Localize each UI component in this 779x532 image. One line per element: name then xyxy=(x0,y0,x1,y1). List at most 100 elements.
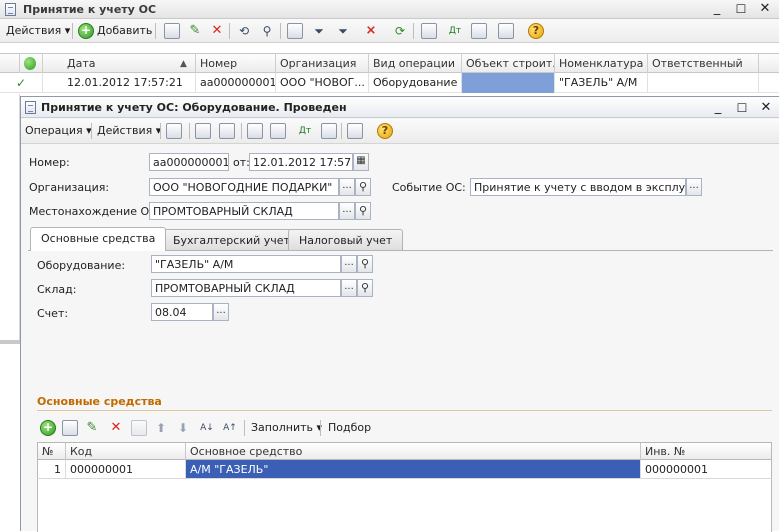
report-icon[interactable] xyxy=(321,123,337,139)
actions-menu[interactable]: Действия ▾ xyxy=(6,24,70,37)
move-up-icon[interactable]: ⬆ xyxy=(153,420,169,436)
edit-row-icon[interactable]: ✎ xyxy=(84,420,100,436)
warehouse-select-button[interactable]: ... xyxy=(341,279,357,297)
equipment-field[interactable]: "ГАЗЕЛЬ" А/М xyxy=(151,255,341,273)
add-row-icon[interactable]: + xyxy=(40,420,56,436)
location-select-button[interactable]: ... xyxy=(339,202,355,220)
posted-icon xyxy=(24,57,36,70)
column-header-asset[interactable]: Основное средство xyxy=(186,443,641,460)
column-header-num[interactable]: № xyxy=(38,443,66,460)
fill-menu[interactable]: Заполнить ▾ xyxy=(251,421,322,434)
table-row[interactable]: ✓ 12.01.2012 17:57:21 аа000000001 ООО "Н… xyxy=(0,73,779,93)
find-in-list-icon[interactable]: ⟲ xyxy=(236,23,252,39)
account-select-button[interactable]: ... xyxy=(213,303,229,321)
column-header-construction-object[interactable]: Объект строит... xyxy=(462,54,555,73)
table-row[interactable]: 1 000000001 А/М "ГАЗЕЛЬ" 000000001 xyxy=(37,460,772,479)
print-icon[interactable] xyxy=(421,23,437,39)
tab-fixed-assets[interactable]: Основные средства xyxy=(30,227,167,251)
save-icon[interactable] xyxy=(219,123,235,139)
list-settings-icon[interactable] xyxy=(347,123,363,139)
column-header-organization[interactable]: Организация xyxy=(276,54,369,73)
number-field[interactable]: аа000000001 xyxy=(149,153,229,171)
toolbar-separator xyxy=(72,23,73,39)
cell-asset[interactable]: А/М "ГАЗЕЛЬ" xyxy=(186,460,641,478)
minimize-icon[interactable]: _ xyxy=(705,0,729,18)
actions-menu[interactable]: Действия ▾ xyxy=(97,124,161,137)
document-window-titlebar: Принятие к учету ОС: Оборудование. Прове… xyxy=(21,97,779,118)
toolbar-separator xyxy=(280,23,281,39)
operation-menu[interactable]: Операция ▾ xyxy=(25,124,92,137)
list-settings-icon[interactable] xyxy=(498,23,514,39)
cell-operation: Оборудование xyxy=(369,73,462,93)
column-header-responsible[interactable]: Ответственный xyxy=(648,54,759,73)
cell-number: аа000000001 xyxy=(196,73,276,93)
warehouse-label: Склад: xyxy=(37,283,77,296)
filter-dropdown-icon[interactable]: ⏷ xyxy=(335,23,351,39)
column-header-inv[interactable]: Инв. № xyxy=(641,443,771,460)
outer-window-edge xyxy=(0,340,20,344)
sort-asc-icon[interactable]: A↓ xyxy=(199,420,215,436)
column-header-date[interactable]: Дата xyxy=(43,54,196,73)
equipment-open-icon[interactable]: ⚲ xyxy=(357,255,373,273)
location-field[interactable]: ПРОМТОВАРНЫЙ СКЛАД xyxy=(149,202,339,220)
end-edit-icon[interactable] xyxy=(131,420,147,436)
help-icon[interactable]: ? xyxy=(377,123,393,139)
filter-icon[interactable]: ⏷ xyxy=(311,23,327,39)
column-header-code[interactable]: Код xyxy=(66,443,186,460)
toolbar-separator xyxy=(189,123,190,139)
organization-open-icon[interactable]: ⚲ xyxy=(355,178,371,196)
based-on-icon[interactable] xyxy=(247,123,263,139)
posted-column-header[interactable] xyxy=(20,54,43,73)
number-label: Номер: xyxy=(29,156,70,169)
column-header-operation[interactable]: Вид операции xyxy=(369,54,462,73)
column-header-nomenclature[interactable]: Номенклатура xyxy=(555,54,648,73)
refresh-icon[interactable]: ⟳ xyxy=(392,23,408,39)
cell-inv: 000000001 xyxy=(645,463,708,476)
pick-button[interactable]: Подбор xyxy=(328,421,371,434)
copy-row-icon[interactable] xyxy=(62,420,78,436)
delete-icon[interactable]: ✕ xyxy=(209,23,225,39)
post-icon[interactable] xyxy=(195,123,211,139)
column-header-number[interactable]: Номер xyxy=(196,54,276,73)
account-field[interactable]: 08.04 xyxy=(151,303,213,321)
post-and-close-icon[interactable] xyxy=(166,123,182,139)
filter-set-icon[interactable] xyxy=(287,23,303,39)
organization-field[interactable]: ООО "НОВОГОДНИЕ ПОДАРКИ" xyxy=(149,178,339,196)
status-column-header[interactable] xyxy=(0,54,20,73)
add-button[interactable]: Добавить xyxy=(97,24,152,37)
debit-credit-icon[interactable]: Дт xyxy=(297,123,313,139)
edit-icon[interactable]: ✎ xyxy=(187,23,203,39)
maximize-icon[interactable]: ☐ xyxy=(730,99,754,117)
equipment-select-button[interactable]: ... xyxy=(341,255,357,273)
warehouse-open-icon[interactable]: ⚲ xyxy=(357,279,373,297)
structure-icon[interactable] xyxy=(270,123,286,139)
fixed-assets-table-header: № Код Основное средство Инв. № xyxy=(37,442,772,460)
add-icon[interactable]: + xyxy=(78,23,94,39)
tab-accounting[interactable]: Бухгалтерский учет xyxy=(162,229,301,250)
location-open-icon[interactable]: ⚲ xyxy=(355,202,371,220)
close-icon[interactable]: ✕ xyxy=(753,0,777,18)
organization-select-button[interactable]: ... xyxy=(339,178,355,196)
maximize-icon[interactable]: ☐ xyxy=(729,0,753,18)
outer-table-empty-area xyxy=(0,94,20,340)
delete-row-icon[interactable]: ✕ xyxy=(108,420,124,436)
move-down-icon[interactable]: ⬇ xyxy=(175,420,191,436)
cell-date: 12.01.2012 17:57:21 xyxy=(43,73,196,93)
sort-desc-icon[interactable]: A↑ xyxy=(222,420,238,436)
toolbar-separator xyxy=(341,123,342,139)
event-field[interactable]: Принятие к учету с вводом в эксплуатаци xyxy=(470,178,686,196)
copy-icon[interactable] xyxy=(164,23,180,39)
structure-icon[interactable] xyxy=(471,23,487,39)
date-field[interactable]: 12.01.2012 17:57:21 xyxy=(249,153,353,171)
debit-credit-icon[interactable]: Дт xyxy=(447,23,463,39)
warehouse-field[interactable]: ПРОМТОВАРНЫЙ СКЛАД xyxy=(151,279,341,297)
fixed-assets-toolbar: + ✎ ✕ ⬆ ⬇ A↓ A↑ Заполнить ▾ Подбор xyxy=(37,417,772,439)
tab-tax-accounting[interactable]: Налоговый учет xyxy=(288,229,404,250)
calendar-icon[interactable]: ▦ xyxy=(353,153,369,171)
close-icon[interactable]: ✕ xyxy=(754,99,778,117)
minimize-icon[interactable]: _ xyxy=(706,99,730,117)
filter-clear-icon[interactable]: ⨯ xyxy=(363,23,379,39)
help-icon[interactable]: ? xyxy=(528,23,544,39)
search-icon[interactable]: ⚲ xyxy=(259,23,275,39)
event-select-button[interactable]: ... xyxy=(686,178,702,196)
